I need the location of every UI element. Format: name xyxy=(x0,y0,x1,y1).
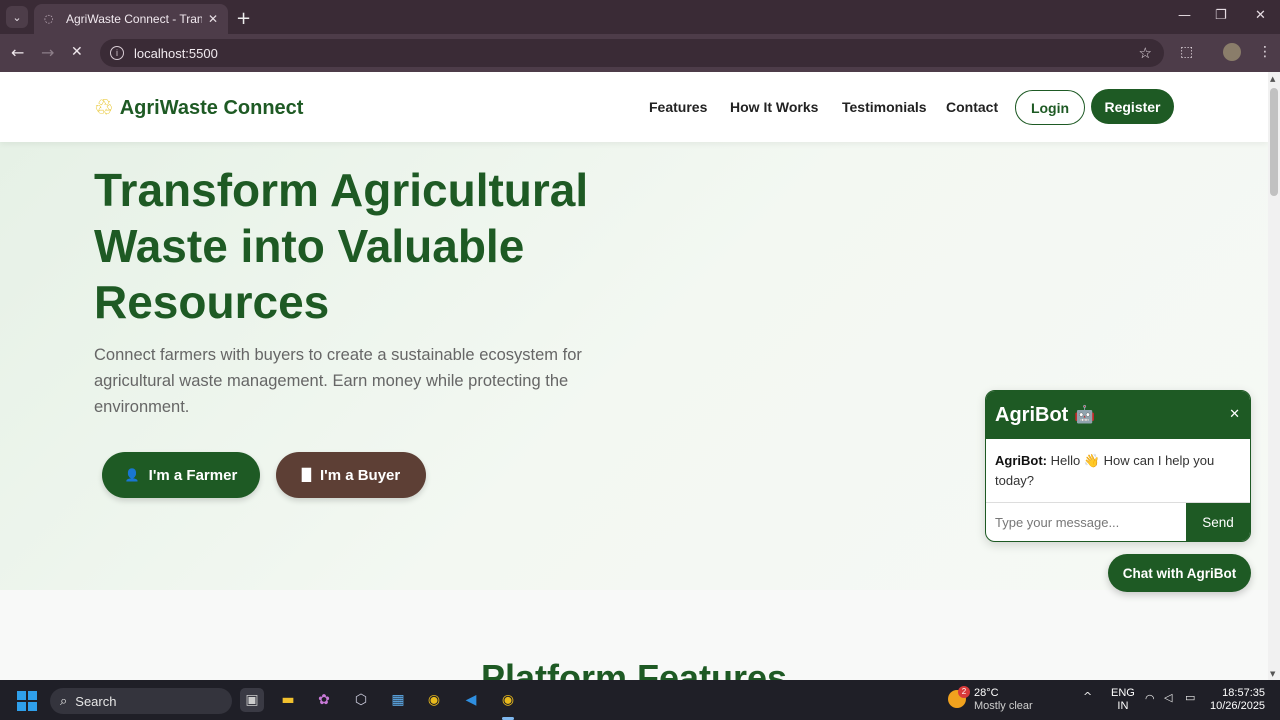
taskbar-search-label: Search xyxy=(75,693,117,709)
nav-how-it-works[interactable]: How It Works xyxy=(730,99,818,115)
lang-line1: ENG xyxy=(1111,687,1135,699)
browser-tab-bar: ⌄ ◌ AgriWaste Connect - Transform ✕ + — … xyxy=(0,0,1280,34)
chrome-profile-icon[interactable]: ◉ xyxy=(496,688,520,712)
chat-close-icon[interactable]: ✕ xyxy=(1229,407,1240,422)
chat-send-button[interactable]: Send xyxy=(1186,503,1250,541)
windows-start-icon[interactable] xyxy=(17,691,37,711)
url-text: localhost:5500 xyxy=(134,45,218,61)
minimize-icon[interactable]: — xyxy=(1178,8,1191,23)
dev-app-icon[interactable]: ⬡ xyxy=(349,688,373,712)
scroll-down-icon[interactable]: ▼ xyxy=(1270,670,1275,678)
address-bar[interactable]: i localhost:5500 ☆ xyxy=(100,39,1164,67)
tab-close-icon[interactable]: ✕ xyxy=(208,12,218,26)
site-logo[interactable]: ♲ AgriWaste Connect xyxy=(94,96,303,121)
forward-icon[interactable]: → xyxy=(41,43,54,62)
new-tab-icon[interactable]: + xyxy=(236,8,251,29)
chatbot-title: AgriBot xyxy=(995,403,1069,426)
robot-icon: 🤖 xyxy=(1074,405,1096,425)
browser-toolbar: ← → ✕ i localhost:5500 ☆ ⬚ ⋮ xyxy=(0,34,1280,72)
weather-badge: 2 xyxy=(958,686,970,698)
vscode-icon[interactable]: ◀ xyxy=(459,688,483,712)
task-view-icon[interactable]: ▣ xyxy=(240,688,264,712)
scrollbar-thumb[interactable] xyxy=(1270,88,1278,196)
nav-testimonials[interactable]: Testimonials xyxy=(842,99,927,115)
tray-chevron-icon[interactable]: ^ xyxy=(1083,690,1092,703)
extensions-icon[interactable]: ⬚ xyxy=(1180,44,1193,60)
scroll-up-icon[interactable]: ▲ xyxy=(1270,75,1275,83)
chat-message-input[interactable]: Type your message... xyxy=(986,503,1188,541)
nav-features[interactable]: Features xyxy=(649,99,707,115)
os-taskbar: ⌕ Search ▣ ▬ ✿ ⬡ ▦ ◉ ◀ ◉ 2 28°C Mostly c… xyxy=(0,680,1280,720)
hero-title: Transform Agricultural Waste into Valuab… xyxy=(94,164,589,328)
login-button[interactable]: Login xyxy=(1015,90,1085,125)
buyer-button[interactable]: █ I'm a Buyer xyxy=(276,452,426,498)
weather-desc: Mostly clear xyxy=(974,700,1033,712)
system-clock[interactable]: 18:57:35 10/26/2025 xyxy=(1210,687,1265,713)
taskbar-search[interactable]: ⌕ Search xyxy=(50,688,232,714)
chat-message-sender: AgriBot: xyxy=(995,453,1047,468)
hero-subtitle: Connect farmers with buyers to create a … xyxy=(94,346,582,416)
farmer-button-label: I'm a Farmer xyxy=(148,466,238,484)
register-button[interactable]: Register xyxy=(1091,89,1174,124)
farmer-button[interactable]: 👤 I'm a Farmer xyxy=(102,452,260,498)
battery-icon[interactable]: ▭ xyxy=(1185,691,1195,704)
loading-icon: ◌ xyxy=(44,12,54,25)
language-indicator[interactable]: ENG IN xyxy=(1111,687,1135,713)
user-icon: 👤 xyxy=(124,468,140,482)
profile-avatar[interactable] xyxy=(1223,43,1241,61)
volume-icon[interactable]: ◁ xyxy=(1164,691,1172,704)
file-explorer-icon[interactable]: ▬ xyxy=(276,688,300,712)
copilot-icon[interactable]: ✿ xyxy=(312,688,336,712)
chat-toggle-button[interactable]: Chat with AgriBot xyxy=(1108,554,1251,592)
tab-title: AgriWaste Connect - Transform xyxy=(66,12,202,26)
clock-date: 10/26/2025 xyxy=(1210,700,1266,712)
stop-loading-icon[interactable]: ✕ xyxy=(71,44,83,60)
maximize-icon[interactable]: ❐ xyxy=(1215,8,1227,23)
recycle-icon: ♲ xyxy=(94,96,114,121)
page-viewport: Transform Agricultural Waste into Valuab… xyxy=(0,72,1268,680)
back-icon[interactable]: ← xyxy=(11,43,24,62)
building-icon: █ xyxy=(301,468,311,482)
browser-menu-icon[interactable]: ⋮ xyxy=(1258,44,1272,60)
tab-search-icon[interactable]: ⌄ xyxy=(6,6,28,28)
chat-message: AgriBot: Hello 👋 How can I help you toda… xyxy=(986,439,1250,503)
window-close-icon[interactable]: ✕ xyxy=(1255,8,1266,23)
store-icon[interactable]: ▦ xyxy=(386,688,410,712)
clock-time: 18:57:35 xyxy=(1222,687,1265,699)
browser-tab-active[interactable]: ◌ AgriWaste Connect - Transform ✕ xyxy=(34,4,228,34)
chrome-icon[interactable]: ◉ xyxy=(422,688,446,712)
site-info-icon[interactable]: i xyxy=(110,46,124,60)
lang-line2: IN xyxy=(1117,700,1129,712)
weather-temp: 28°C xyxy=(974,687,999,699)
chatbot-header: AgriBot 🤖 ✕ xyxy=(986,391,1250,439)
chatbot-panel: AgriBot 🤖 ✕ AgriBot: Hello 👋 How can I h… xyxy=(985,390,1251,542)
wifi-icon[interactable]: ◠ xyxy=(1145,692,1155,705)
site-header: ♲ AgriWaste Connect Features How It Work… xyxy=(0,72,1268,142)
search-icon: ⌕ xyxy=(60,693,68,709)
nav-contact[interactable]: Contact xyxy=(946,99,998,115)
bookmark-star-icon[interactable]: ☆ xyxy=(1139,44,1152,62)
buyer-button-label: I'm a Buyer xyxy=(319,466,401,484)
page-scrollbar[interactable]: ▲ ▼ xyxy=(1268,72,1280,680)
brand-name: AgriWaste Connect xyxy=(119,97,304,119)
features-section-title: Platform Features xyxy=(480,657,788,680)
